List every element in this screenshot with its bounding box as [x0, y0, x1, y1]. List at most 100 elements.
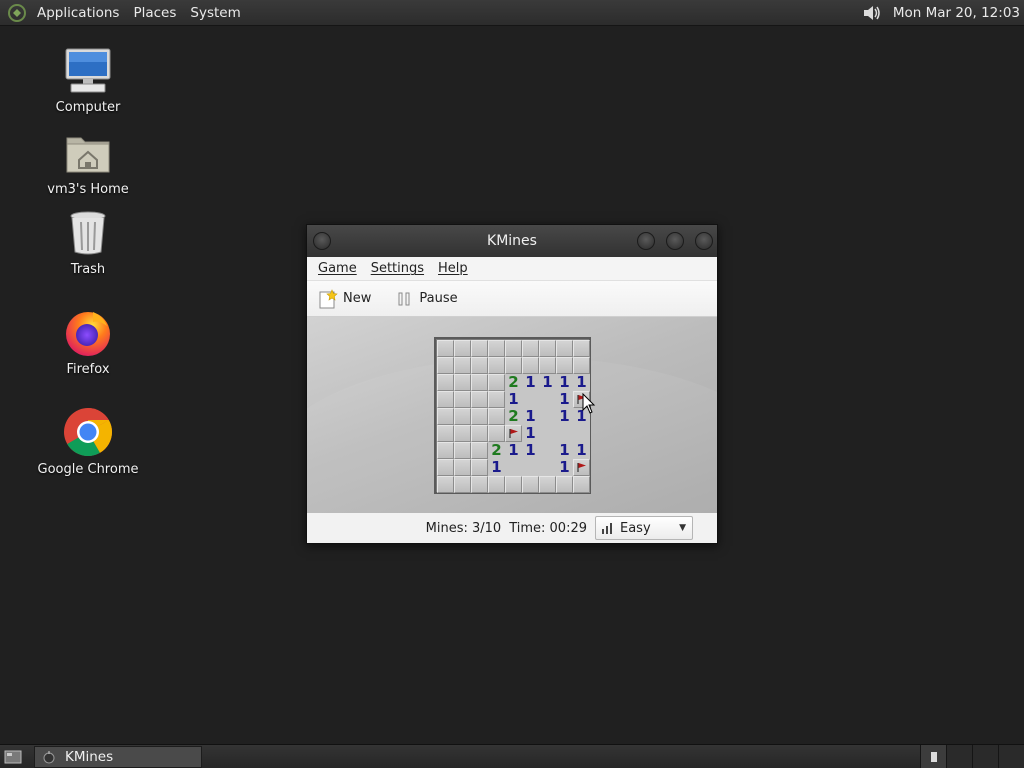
- desktop-icon-firefox[interactable]: Firefox: [23, 306, 153, 377]
- cell-hidden[interactable]: [471, 425, 488, 442]
- flag-icon[interactable]: [505, 425, 522, 442]
- cell-number[interactable]: 1: [522, 442, 539, 459]
- cell-hidden[interactable]: [437, 391, 454, 408]
- cell-hidden[interactable]: [437, 459, 454, 476]
- cell-number[interactable]: 1: [556, 374, 573, 391]
- cell-hidden[interactable]: [539, 340, 556, 357]
- cell-hidden[interactable]: [471, 476, 488, 493]
- cell-hidden[interactable]: [437, 425, 454, 442]
- cell-number[interactable]: 1: [539, 374, 556, 391]
- cell-hidden[interactable]: [539, 357, 556, 374]
- cell-hidden[interactable]: [522, 476, 539, 493]
- cell-hidden[interactable]: [471, 442, 488, 459]
- cell-number[interactable]: 1: [556, 442, 573, 459]
- cell-empty[interactable]: [539, 425, 556, 442]
- cell-hidden[interactable]: [471, 459, 488, 476]
- minefield[interactable]: 2111111211112111111: [434, 337, 591, 494]
- cell-number[interactable]: 1: [488, 459, 505, 476]
- cell-number[interactable]: 1: [556, 408, 573, 425]
- cell-hidden[interactable]: [488, 374, 505, 391]
- cell-hidden[interactable]: [454, 374, 471, 391]
- cell-hidden[interactable]: [471, 340, 488, 357]
- cell-hidden[interactable]: [471, 357, 488, 374]
- desktop-icon-home[interactable]: vm3's Home: [23, 128, 153, 197]
- cell-hidden[interactable]: [454, 340, 471, 357]
- cell-hidden[interactable]: [454, 357, 471, 374]
- cell-hidden[interactable]: [454, 425, 471, 442]
- places-menu[interactable]: Places: [126, 0, 183, 26]
- cell-hidden[interactable]: [454, 476, 471, 493]
- cell-number[interactable]: 2: [505, 374, 522, 391]
- cell-hidden[interactable]: [505, 357, 522, 374]
- cell-empty[interactable]: [539, 391, 556, 408]
- cell-number[interactable]: 2: [488, 442, 505, 459]
- cell-hidden[interactable]: [454, 459, 471, 476]
- cell-hidden[interactable]: [573, 476, 590, 493]
- cell-number[interactable]: 1: [556, 391, 573, 408]
- cell-hidden[interactable]: [488, 357, 505, 374]
- cell-hidden[interactable]: [437, 476, 454, 493]
- cell-number[interactable]: 1: [573, 374, 590, 391]
- cell-empty[interactable]: [539, 442, 556, 459]
- cell-empty[interactable]: [522, 459, 539, 476]
- menu-game[interactable]: Game: [311, 261, 364, 276]
- close-button[interactable]: [695, 232, 713, 250]
- cell-hidden[interactable]: [471, 374, 488, 391]
- show-desktop-icon[interactable]: [0, 745, 26, 768]
- desktop-icon-computer[interactable]: Computer: [23, 46, 153, 115]
- cell-hidden[interactable]: [488, 408, 505, 425]
- cell-hidden[interactable]: [488, 391, 505, 408]
- maximize-button[interactable]: [666, 232, 684, 250]
- applications-menu[interactable]: Applications: [30, 0, 126, 26]
- minimize-button[interactable]: [637, 232, 655, 250]
- flag-icon[interactable]: [573, 459, 590, 476]
- window-titlebar[interactable]: KMines: [307, 225, 717, 257]
- cell-hidden[interactable]: [488, 340, 505, 357]
- cell-hidden[interactable]: [454, 391, 471, 408]
- window-menu-button[interactable]: [313, 232, 331, 250]
- cell-empty[interactable]: [556, 425, 573, 442]
- cell-number[interactable]: 1: [573, 442, 590, 459]
- cell-empty[interactable]: [522, 391, 539, 408]
- workspace-2[interactable]: [946, 744, 972, 768]
- cell-hidden[interactable]: [556, 357, 573, 374]
- cell-hidden[interactable]: [437, 374, 454, 391]
- cell-hidden[interactable]: [488, 425, 505, 442]
- workspace-4[interactable]: [998, 744, 1024, 768]
- cell-hidden[interactable]: [471, 391, 488, 408]
- cell-number[interactable]: 1: [505, 391, 522, 408]
- difficulty-dropdown[interactable]: Easy ▼: [595, 516, 693, 540]
- taskbar-item-kmines[interactable]: KMines: [34, 745, 202, 768]
- pause-button[interactable]: Pause: [389, 285, 461, 313]
- cell-hidden[interactable]: [437, 408, 454, 425]
- workspace-1[interactable]: [920, 744, 946, 768]
- cell-hidden[interactable]: [505, 340, 522, 357]
- cell-number[interactable]: 1: [505, 442, 522, 459]
- cell-hidden[interactable]: [488, 476, 505, 493]
- cell-hidden[interactable]: [471, 408, 488, 425]
- cell-hidden[interactable]: [556, 340, 573, 357]
- cell-hidden[interactable]: [437, 442, 454, 459]
- menu-help[interactable]: Help: [431, 261, 475, 276]
- cell-hidden[interactable]: [522, 357, 539, 374]
- cell-hidden[interactable]: [437, 340, 454, 357]
- new-game-button[interactable]: New: [313, 285, 375, 313]
- cell-number[interactable]: 1: [556, 459, 573, 476]
- cell-number[interactable]: 2: [505, 408, 522, 425]
- cell-number[interactable]: 1: [522, 425, 539, 442]
- mate-logo-icon[interactable]: [4, 0, 30, 26]
- cell-hidden[interactable]: [539, 476, 556, 493]
- workspace-3[interactable]: [972, 744, 998, 768]
- cell-hidden[interactable]: [556, 476, 573, 493]
- cell-hidden[interactable]: [573, 340, 590, 357]
- cell-hidden[interactable]: [522, 340, 539, 357]
- cell-hidden[interactable]: [454, 442, 471, 459]
- cell-empty[interactable]: [539, 408, 556, 425]
- cell-hidden[interactable]: [454, 408, 471, 425]
- clock[interactable]: Mon Mar 20, 12:03: [893, 5, 1020, 21]
- desktop-icon-trash[interactable]: Trash: [23, 208, 153, 277]
- desktop-icon-chrome[interactable]: Google Chrome: [23, 406, 153, 477]
- cell-hidden[interactable]: [573, 357, 590, 374]
- cell-number[interactable]: 1: [522, 408, 539, 425]
- volume-icon[interactable]: [859, 0, 885, 26]
